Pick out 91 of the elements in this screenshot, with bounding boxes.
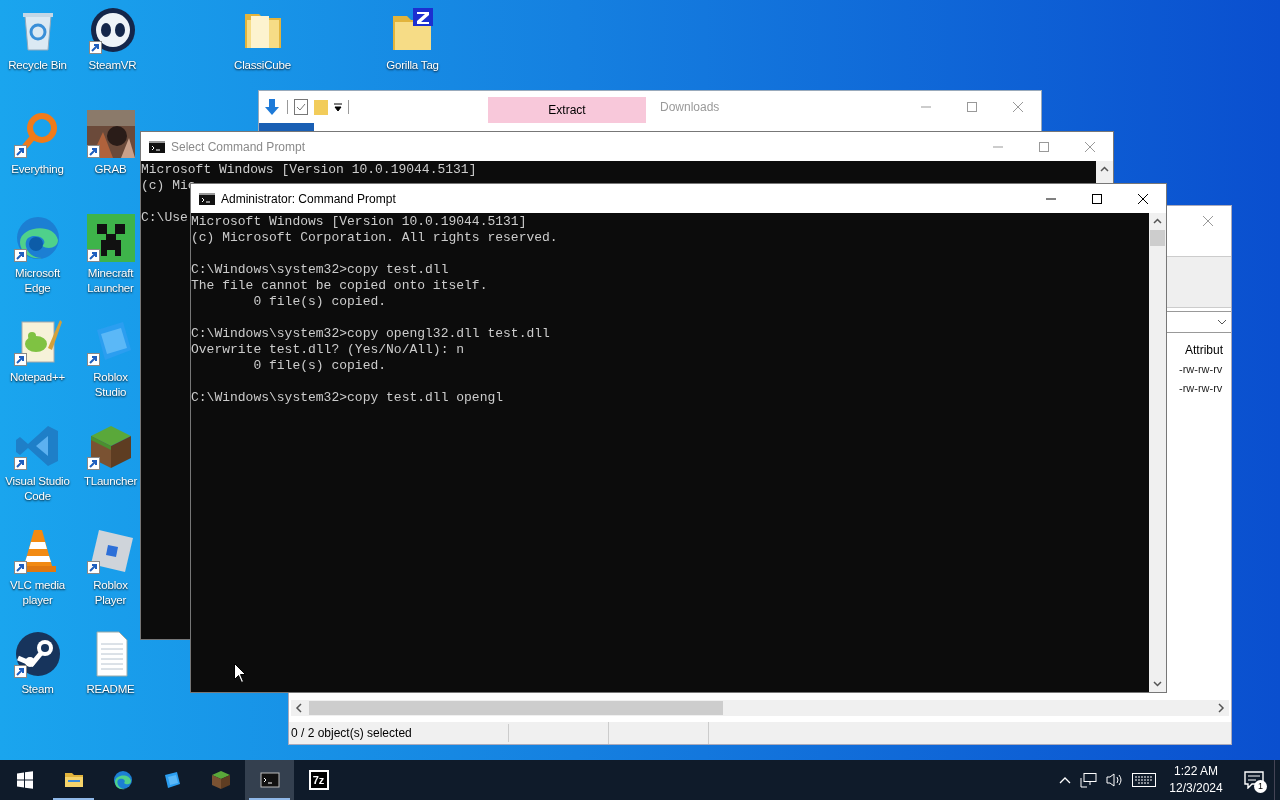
scrollbar-thumb[interactable] bbox=[309, 701, 723, 715]
desktop-icon-label[interactable]: Microsoft Edge bbox=[1, 266, 74, 296]
mouse-cursor-icon bbox=[234, 663, 246, 683]
toolbar bbox=[1167, 256, 1231, 308]
desktop-icon-label[interactable]: TLauncher bbox=[83, 474, 138, 489]
desktop-icon-label[interactable]: Minecraft Launcher bbox=[82, 266, 139, 296]
desktop-icon-label[interactable]: VLC media player bbox=[1, 578, 74, 608]
table-cell-text: -rw-rw-rv bbox=[1179, 381, 1224, 396]
maximize-icon bbox=[1039, 141, 1049, 152]
headset-logo-icon[interactable] bbox=[88, 6, 137, 54]
speech-bubble-icon bbox=[1244, 771, 1264, 789]
maximize-icon bbox=[1092, 193, 1102, 204]
window-title: Select Command Prompt bbox=[171, 138, 306, 156]
console-icon bbox=[149, 140, 165, 153]
vertical-scrollbar[interactable] bbox=[1149, 213, 1166, 692]
volume-icon[interactable] bbox=[1106, 772, 1124, 788]
close-icon bbox=[1013, 102, 1023, 112]
shortcut-arrow-icon bbox=[13, 145, 27, 158]
app-picture-icon[interactable] bbox=[86, 110, 135, 158]
window-title: Administrator: Command Prompt bbox=[221, 190, 396, 208]
keyboard-icon[interactable] bbox=[1132, 773, 1156, 787]
clock-time: 1:22 AM bbox=[1174, 763, 1218, 780]
close-icon bbox=[1085, 141, 1095, 152]
horizontal-scrollbar[interactable] bbox=[291, 700, 1229, 716]
folder-icon bbox=[63, 770, 84, 790]
desktop-icon-label[interactable]: README bbox=[86, 682, 135, 697]
scrollbar-thumb[interactable] bbox=[1150, 230, 1165, 246]
dropdown-icon[interactable] bbox=[334, 102, 342, 112]
desktop-icon-label[interactable]: Everything bbox=[11, 162, 64, 177]
desktop-icon-label[interactable]: Roblox Studio bbox=[82, 370, 139, 400]
swirl-icon bbox=[112, 770, 133, 790]
download-arrow-icon[interactable] bbox=[263, 98, 281, 116]
app-badge-icon: 7z bbox=[308, 770, 329, 790]
shortcut-arrow-icon bbox=[13, 665, 27, 678]
shortcut-arrow-icon bbox=[86, 561, 100, 574]
desktop-icon-label[interactable]: Notepad++ bbox=[9, 370, 66, 385]
desktop-icon-label[interactable]: Gorilla Tag bbox=[386, 58, 439, 73]
console-line: 0 file(s) copied. bbox=[252, 294, 387, 310]
console-line: C:\Use bbox=[141, 210, 188, 226]
creeper-face-icon[interactable] bbox=[86, 214, 135, 262]
shortcut-arrow-icon bbox=[86, 145, 100, 158]
desktop-icon-label[interactable]: GRAB bbox=[94, 162, 127, 177]
console-line: Overwrite test.dll? (Yes/No/All): n bbox=[191, 342, 465, 358]
console-line: C:\Windows\system32>copy opengl32.dll test.dll bbox=[191, 326, 550, 342]
desktop-icon-label[interactable]: SteamVR bbox=[88, 58, 137, 73]
close-icon bbox=[1203, 216, 1213, 226]
shortcut-arrow-icon bbox=[88, 41, 102, 54]
gear-logo-icon[interactable] bbox=[13, 630, 62, 678]
vertical-scrollbar[interactable] bbox=[1096, 161, 1113, 183]
desktop-icon-label[interactable]: Steam bbox=[21, 682, 54, 697]
checklist-icon[interactable] bbox=[294, 99, 308, 115]
windows-logo-icon bbox=[14, 770, 35, 790]
shortcut-arrow-icon bbox=[86, 249, 100, 262]
close-icon bbox=[1138, 193, 1148, 204]
shortcut-arrow-icon bbox=[13, 353, 27, 366]
desktop-icon-label[interactable]: Visual Studio Code bbox=[1, 474, 74, 504]
maximize-icon bbox=[967, 102, 977, 112]
chevron-up-icon[interactable] bbox=[1058, 775, 1072, 785]
notification-button[interactable]: 1 bbox=[1234, 760, 1274, 800]
table-cell-text: -rw-rw-rv bbox=[1179, 362, 1224, 377]
contextual-tab[interactable]: Extract bbox=[488, 97, 646, 123]
console-line: (c) Microsoft Corporation. All rights reserved. bbox=[191, 230, 558, 246]
shortcut-arrow-icon bbox=[13, 457, 27, 470]
network-icon[interactable] bbox=[1080, 772, 1098, 788]
taskbar-app[interactable] bbox=[245, 760, 294, 800]
desktop-icon-label[interactable]: Recycle Bin bbox=[8, 58, 67, 73]
shortcut-arrow-icon bbox=[13, 561, 27, 574]
grass-block-icon bbox=[210, 770, 231, 790]
running-indicator bbox=[249, 798, 290, 800]
clock[interactable]: 1:22 AM 12/3/2024 bbox=[1158, 760, 1234, 800]
running-indicator bbox=[53, 798, 94, 800]
desktop-icon-label[interactable]: Roblox Player bbox=[82, 578, 139, 608]
desktop-icon-label[interactable]: ClassiCube bbox=[234, 58, 291, 73]
console-icon bbox=[259, 770, 280, 790]
shortcut-arrow-icon bbox=[86, 353, 100, 366]
console-line: C:\Windows\system32>copy test.dll bbox=[191, 262, 449, 278]
console-line: 0 file(s) copied. bbox=[252, 358, 387, 374]
shortcut-arrow-icon bbox=[13, 249, 27, 262]
taskbar-app[interactable]: 7z bbox=[294, 760, 343, 800]
notification-count: 1 bbox=[1254, 780, 1267, 793]
console-icon bbox=[199, 192, 215, 205]
chevron-down-icon bbox=[1217, 319, 1227, 325]
console-line: The file cannot be copied onto itself. bbox=[191, 278, 488, 294]
column-header[interactable]: Attribut bbox=[1185, 341, 1231, 359]
console-line: Microsoft Windows [Version 10.0.19044.5131] bbox=[191, 214, 527, 230]
console-line: Microsoft Windows [Version 10.0.19044.5131] bbox=[141, 162, 477, 178]
console-line: C:\Windows\system32>copy test.dll opengl bbox=[191, 390, 504, 406]
window-title: Downloads bbox=[660, 99, 720, 116]
clock-date: 12/3/2024 bbox=[1169, 780, 1223, 797]
shortcut-arrow-icon bbox=[86, 457, 100, 470]
status-text: 0 / 2 object(s) selected bbox=[289, 724, 509, 742]
